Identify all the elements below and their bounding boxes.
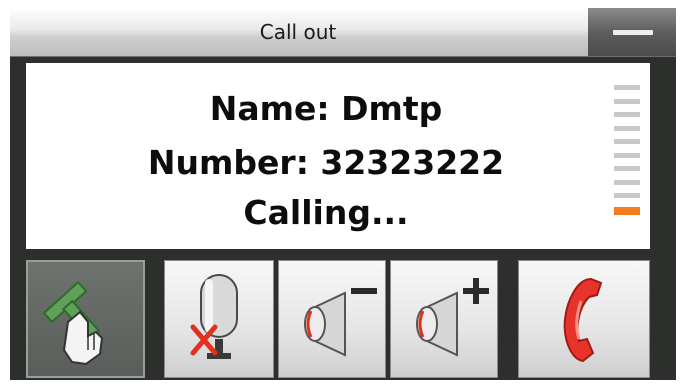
- signal-meter-segment: [614, 166, 640, 171]
- signal-meter-segment: [614, 139, 640, 144]
- hand-pointer-icon: [42, 280, 104, 366]
- caller-name: Name: Dmtp: [209, 89, 443, 128]
- transfer-button[interactable]: [26, 260, 145, 378]
- microphone-muted-icon: [190, 274, 238, 359]
- volume-down-button[interactable]: [278, 260, 386, 378]
- volume-up-button[interactable]: [390, 260, 498, 378]
- red-handset-icon: [563, 277, 603, 363]
- signal-meter-segment: [614, 85, 640, 90]
- signal-meter-segment: [614, 125, 640, 131]
- signal-meter-segment: [614, 152, 640, 158]
- minimize-button[interactable]: [588, 8, 676, 56]
- signal-meter-segment: [614, 206, 640, 215]
- signal-meter-segment: [614, 193, 640, 198]
- speaker-plus-icon: [415, 278, 489, 357]
- minimize-icon: [613, 30, 653, 35]
- signal-meter: [614, 85, 640, 225]
- signal-meter-segment: [614, 112, 640, 117]
- title-bar: Call out: [10, 8, 676, 57]
- call-status: Calling...: [243, 193, 409, 232]
- signal-meter-segment: [614, 179, 640, 185]
- caller-number: Number: 32323222: [147, 143, 505, 182]
- hang-up-button[interactable]: [518, 260, 650, 378]
- mute-button[interactable]: [164, 260, 274, 378]
- call-info-panel: Name: Dmtp Number: 32323222 Calling...: [26, 63, 650, 249]
- window-title: Call out: [259, 20, 337, 44]
- speaker-minus-icon: [303, 288, 377, 357]
- call-window: Call out Name: Dmtp Number: 32323222 Cal…: [10, 8, 676, 380]
- signal-meter-segment: [614, 98, 640, 104]
